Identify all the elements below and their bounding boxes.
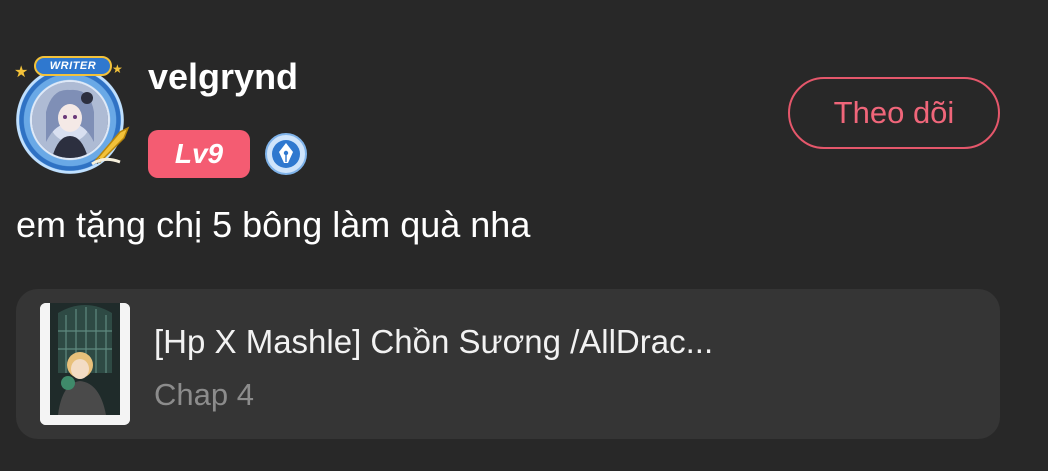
story-card[interactable]: [Hp X Mashle] Chồn Sương /AllDrac... Cha… [16, 289, 1000, 439]
story-cover-image [40, 303, 130, 425]
pen-nib-icon [265, 133, 307, 175]
avatar[interactable]: WRITER ★ ★ [8, 56, 132, 176]
quill-pen-icon [91, 126, 130, 166]
level-badge: Lv9 [148, 130, 250, 178]
star-icon: ★ [14, 64, 29, 81]
star-icon: ★ [112, 62, 123, 76]
follow-button[interactable]: Theo dõi [788, 77, 1000, 149]
story-chapter: Chap 4 [154, 377, 254, 412]
story-title[interactable]: [Hp X Mashle] Chồn Sương /AllDrac... [154, 323, 794, 361]
writer-frame-label: WRITER [34, 56, 112, 76]
comment-text: em tặng chị 5 bông làm quà nha [16, 204, 531, 245]
comment-post: WRITER ★ ★ velgrynd Lv9 Theo dõi em tặng… [0, 0, 1048, 471]
username[interactable]: velgrynd [148, 56, 298, 98]
